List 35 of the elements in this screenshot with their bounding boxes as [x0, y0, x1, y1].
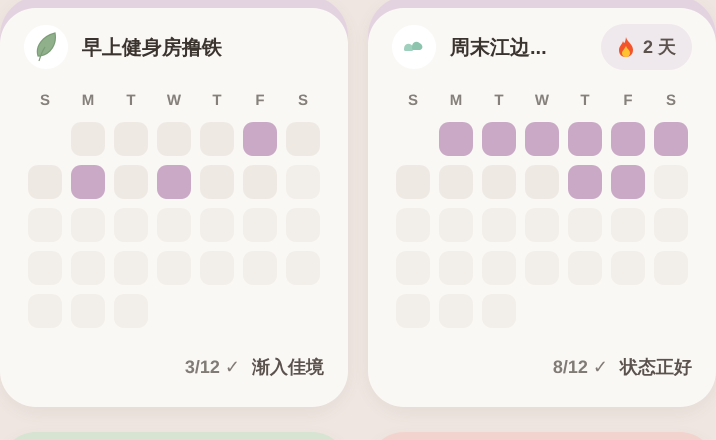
weekday-label: M — [448, 92, 464, 109]
day-cell — [654, 122, 688, 156]
day-cell — [568, 122, 602, 156]
status-label: 状态正好 — [620, 356, 692, 379]
streak-count: 2 天 — [642, 36, 676, 59]
progress-count: 8/12 ✓ — [552, 357, 608, 378]
weekday-label: F — [254, 92, 266, 109]
day-cell — [157, 165, 191, 199]
day-cell — [71, 165, 105, 199]
weekday-label: W — [166, 92, 182, 109]
weekday-label: T — [493, 92, 505, 109]
day-cell — [482, 122, 516, 156]
weekday-label: T — [579, 92, 591, 109]
day-cell — [243, 122, 277, 156]
weekday-label: T — [211, 92, 223, 109]
day-cell — [525, 122, 559, 156]
day-cell — [611, 165, 645, 199]
day-cell — [568, 165, 602, 199]
habit-title: 周末江边... — [450, 36, 548, 60]
habit-title: 早上健身房撸铁 — [82, 36, 223, 60]
status-label: 渐入佳境 — [252, 356, 324, 379]
weekday-label: F — [622, 92, 634, 109]
flame-icon — [616, 36, 635, 58]
weekday-label: T — [125, 92, 137, 109]
progress-count: 3/12 ✓ — [184, 357, 240, 378]
weekday-label: S — [38, 92, 51, 109]
leaf-icon — [35, 32, 57, 62]
weekday-label: M — [80, 92, 96, 109]
weekday-label: S — [296, 92, 309, 109]
weekday-label: S — [664, 92, 677, 109]
day-cell — [611, 122, 645, 156]
day-cell — [439, 122, 473, 156]
weekday-label: W — [534, 92, 550, 109]
weekday-label: S — [406, 92, 419, 109]
sneakers-icon — [403, 40, 425, 54]
